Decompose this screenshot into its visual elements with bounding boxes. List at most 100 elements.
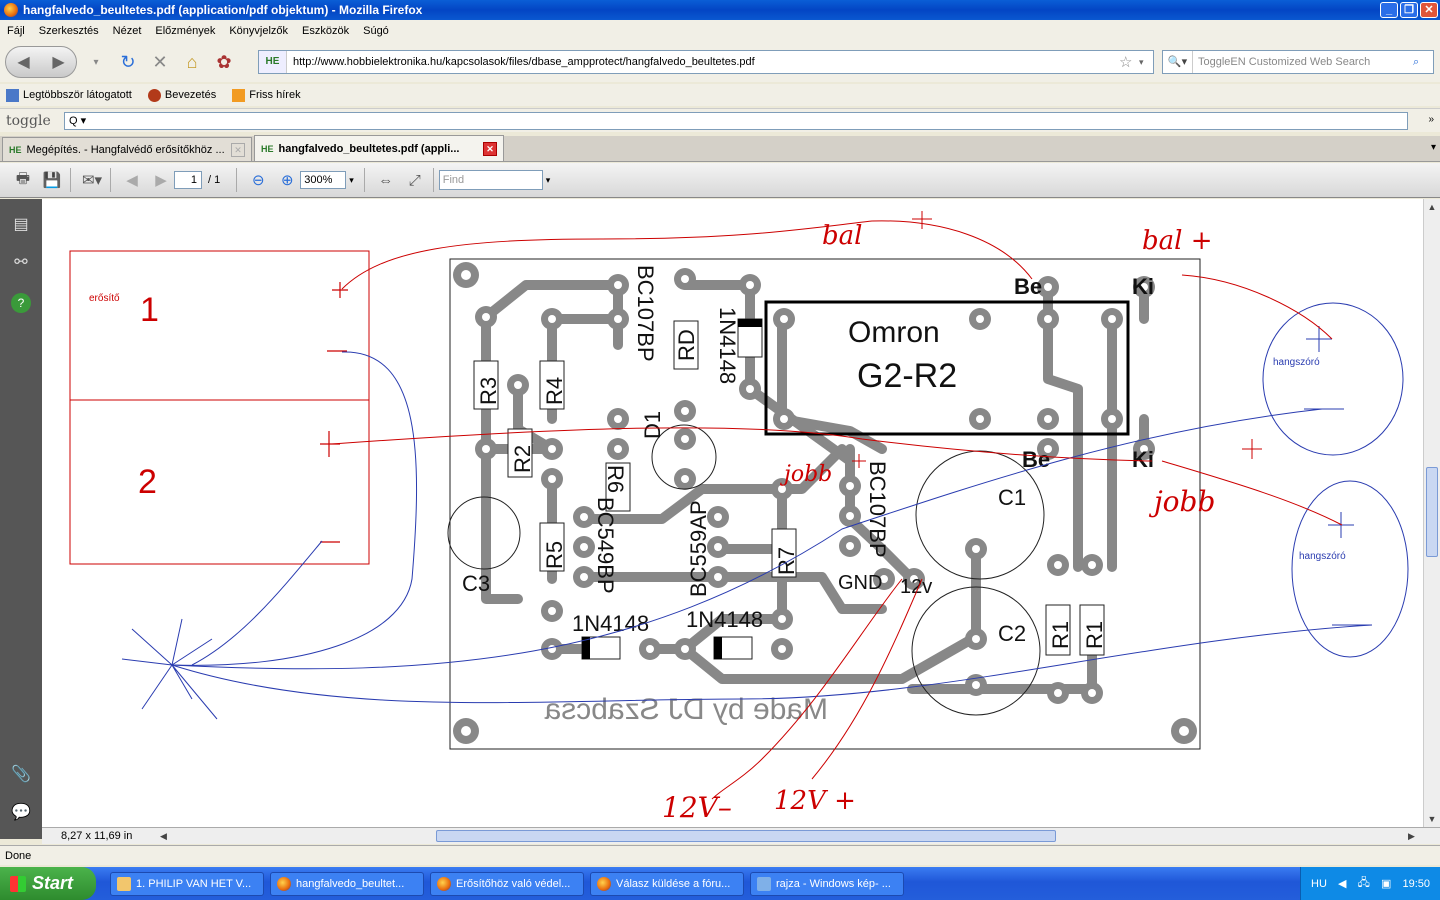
window-titlebar: hangfalvedo_beultetes.pdf (application/p… [0, 0, 1440, 20]
scroll-up-icon[interactable]: ▲ [1424, 199, 1440, 215]
next-page-icon[interactable]: ▶ [148, 167, 174, 193]
firefox-icon [597, 876, 611, 891]
prev-page-icon[interactable]: ◀ [119, 167, 145, 193]
toggle-chevron-icon[interactable]: » [1428, 114, 1434, 125]
note-bal-top: bal [822, 221, 862, 251]
search-input[interactable]: ToggleEN Customized Web Search [1193, 56, 1413, 68]
vertical-scroll-thumb[interactable] [1426, 467, 1438, 557]
language-indicator[interactable]: HU [1311, 878, 1327, 890]
tab-close-icon[interactable]: ✕ [483, 141, 497, 156]
zoom-in-icon[interactable]: ⊕ [274, 167, 300, 193]
maximize-button[interactable]: ❐ [1400, 2, 1418, 18]
relay-out-bottom: Ki [1132, 447, 1154, 472]
close-button[interactable]: ✕ [1420, 2, 1438, 18]
toggle-search-input[interactable]: Q ▾ [64, 112, 1408, 130]
url-dropdown-icon[interactable]: ▾ [1139, 57, 1153, 68]
zoom-out-icon[interactable]: ⊖ [245, 167, 271, 193]
vertical-scrollbar[interactable]: ▲ ▼ [1423, 199, 1440, 827]
menu-bookmarks[interactable]: Könyvjelzők [222, 25, 295, 37]
tab-list-dropdown-icon[interactable]: ▾ [1431, 142, 1436, 153]
page-number-input[interactable]: 1 [174, 171, 202, 189]
separator [236, 168, 238, 192]
find-input[interactable]: Find [438, 170, 543, 190]
taskbar-item-4[interactable]: Válasz küldése a fóru... [590, 871, 744, 896]
label-12v: 12v [900, 576, 932, 598]
navigation-toolbar: ◀ ▶ ▾ ↻ ✕ ⌂ ✿ HE http://www.hobbielektro… [0, 42, 1440, 82]
fit-page-icon[interactable]: ⤢ [402, 167, 428, 193]
separator [432, 168, 434, 192]
status-bar: Done [0, 845, 1440, 865]
taskbar-item-5[interactable]: rajza - Windows kép- ... [750, 871, 904, 896]
taskbar-item-2[interactable]: hangfalvedo_beultet... [270, 871, 424, 896]
print-icon[interactable]: 🖶 [10, 167, 36, 193]
menu-help[interactable]: Súgó [356, 25, 396, 37]
zoom-input[interactable]: 300% [300, 171, 347, 189]
network-icon[interactable]: 🖧 [1358, 874, 1370, 893]
bookmark-most-visited[interactable]: Legtöbbször látogatott [0, 88, 138, 102]
binoculars-icon[interactable]: ⚯ [8, 249, 34, 275]
comments-icon[interactable]: 💬 [8, 799, 34, 825]
minimize-button[interactable]: _ [1380, 2, 1398, 18]
clock[interactable]: 19:50 [1402, 878, 1430, 890]
scroll-down-icon[interactable]: ▼ [1424, 811, 1440, 827]
search-go-icon[interactable]: ⌕ [1413, 56, 1433, 69]
scroll-right-icon[interactable]: ▶ [1408, 828, 1422, 844]
addon-icon[interactable]: ✿ [211, 49, 237, 75]
pages-icon[interactable]: ▤ [8, 211, 34, 237]
firefox-icon [4, 3, 18, 17]
bookmark-star-icon[interactable]: ☆ [1119, 53, 1139, 71]
windows-logo-icon [10, 875, 26, 892]
bookmark-latest-headlines[interactable]: Friss hírek [226, 88, 306, 102]
fit-width-icon[interactable]: ⇔ [373, 167, 399, 193]
pdf-side-panel: ▤ ⚯ ? 📎 💬 [0, 199, 42, 839]
bookmarks-toolbar: Legtöbbször látogatott Bevezetés Friss h… [0, 84, 1440, 106]
back-forward-buttons[interactable]: ◀ ▶ [5, 46, 77, 78]
attachment-icon[interactable]: 📎 [8, 761, 34, 787]
bookmark-getting-started[interactable]: Bevezetés [142, 88, 222, 102]
menu-bar: Fájl Szerkesztés Nézet Előzmények Könyvj… [0, 20, 1440, 42]
reload-icon[interactable]: ↻ [115, 49, 141, 75]
zoom-dropdown-icon[interactable]: ▾ [349, 175, 354, 186]
taskbar-item-1[interactable]: 1. PHILIP VAN HET V... [110, 871, 264, 896]
forward-icon[interactable]: ▶ [52, 52, 64, 72]
find-dropdown-icon[interactable]: ▾ [546, 175, 551, 186]
scroll-left-icon[interactable]: ◀ [160, 828, 174, 844]
tab-megepites[interactable]: HE Megépítés. - Hangfalvédő erősítőkhöz … [2, 137, 252, 161]
label-bc107bp-top: BC107BP [633, 265, 658, 362]
back-icon[interactable]: ◀ [17, 52, 29, 72]
menu-tools[interactable]: Eszközök [295, 25, 356, 37]
help-icon[interactable]: ? [11, 293, 31, 313]
relay-out-top: Ki [1132, 274, 1154, 299]
label-r1-b: R1 [1082, 621, 1107, 649]
share-icon[interactable]: ✉▾ [79, 167, 105, 193]
pcb-board: Omron G2-R2 Be Ki Be Ki BC107BP RD 1N414… [447, 258, 1201, 750]
tray-arrow-icon[interactable]: ◀ [1338, 877, 1346, 890]
menu-edit[interactable]: Szerkesztés [32, 25, 106, 37]
label-r5: R5 [542, 541, 567, 569]
save-icon[interactable]: 💾 [39, 167, 65, 193]
tab-pdf[interactable]: HE hangfalvedo_beultetes.pdf (appli... ✕ [254, 135, 504, 161]
relay-in-bottom: Be [1022, 447, 1050, 472]
horizontal-scroll-thumb[interactable] [436, 830, 1056, 842]
menu-history[interactable]: Előzmények [148, 25, 222, 37]
tray-app-icon[interactable]: ▣ [1381, 877, 1391, 890]
search-engine-icon[interactable]: 🔍▾ [1163, 51, 1193, 73]
stop-icon[interactable]: ✕ [147, 49, 173, 75]
separator [110, 168, 111, 192]
menu-view[interactable]: Nézet [106, 25, 149, 37]
url-input[interactable]: http://www.hobbielektronika.hu/kapcsolas… [287, 56, 1119, 68]
relay-brand: Omron [848, 316, 940, 349]
menu-file[interactable]: Fájl [0, 25, 32, 37]
horizontal-scrollbar[interactable]: ◀ ▶ [160, 828, 1422, 844]
taskbar-item-3[interactable]: Erősítőhöz való védel... [430, 871, 584, 896]
home-icon[interactable]: ⌂ [179, 49, 205, 75]
tab-close-icon[interactable]: ✕ [231, 142, 245, 157]
url-bar[interactable]: HE http://www.hobbielektronika.hu/kapcso… [258, 50, 1154, 74]
history-dropdown-icon[interactable]: ▾ [83, 49, 109, 75]
label-gnd: GND [838, 572, 882, 594]
rss-icon [232, 88, 246, 102]
start-button[interactable]: Start [0, 867, 96, 900]
amplifier-label: erősítő [89, 293, 120, 304]
speaker-label-1: hangszóró [1273, 357, 1320, 368]
search-box[interactable]: 🔍▾ ToggleEN Customized Web Search ⌕ [1162, 50, 1434, 74]
